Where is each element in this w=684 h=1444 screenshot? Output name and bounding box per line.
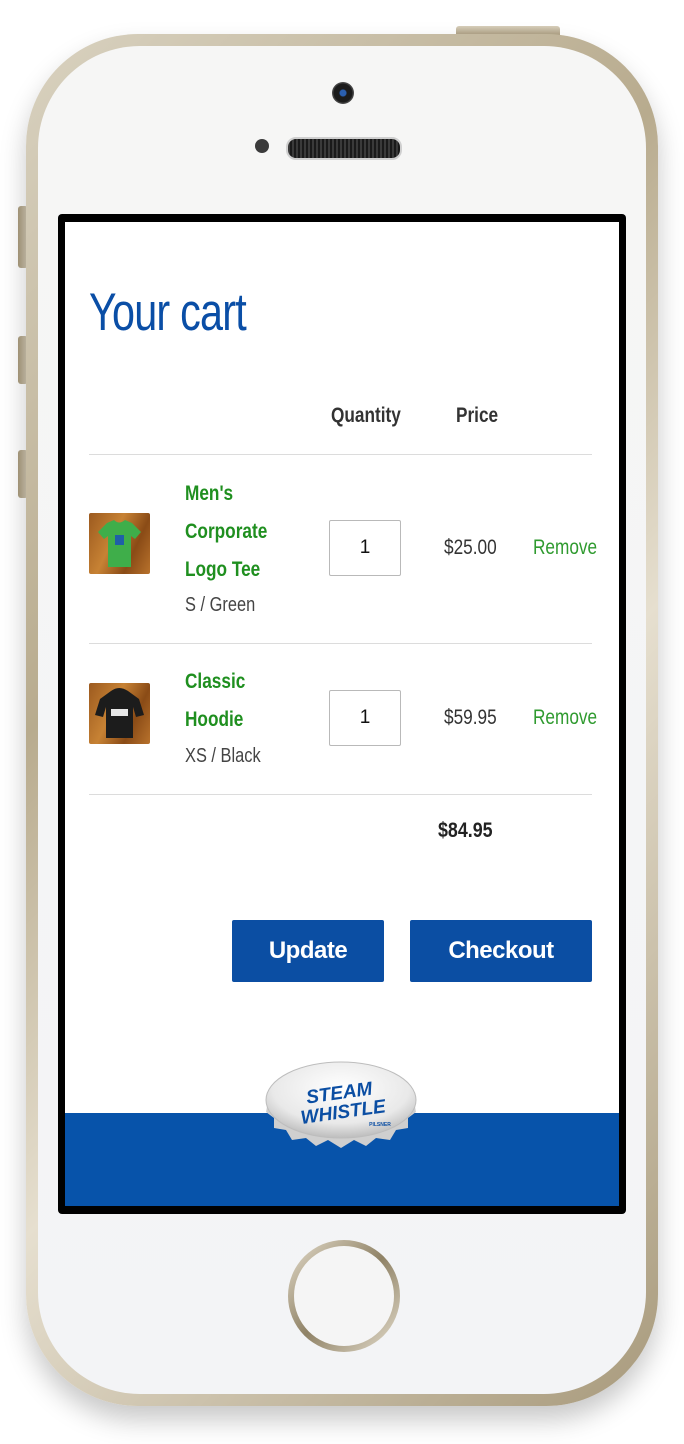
item-price: $25.00: [444, 536, 497, 559]
front-camera-icon: [332, 82, 354, 104]
green-tee-thumbnail[interactable]: [89, 513, 150, 574]
steam-whistle-logo: STEAM WHISTLE PILSNER: [262, 1058, 420, 1150]
product-variant: XS / Black: [185, 745, 261, 767]
product-variant: S / Green: [185, 594, 256, 616]
bottle-cap-icon: STEAM WHISTLE PILSNER: [265, 1061, 417, 1148]
checkout-button[interactable]: Checkout: [410, 920, 592, 982]
remove-link[interactable]: Remove: [533, 536, 597, 560]
quantity-input[interactable]: [329, 520, 401, 576]
product-name-line[interactable]: Hoodie: [185, 701, 245, 739]
logo-text-small: PILSNER: [369, 1122, 391, 1128]
product-name-line[interactable]: Corporate: [185, 513, 267, 551]
quantity-input[interactable]: [329, 690, 401, 746]
header-divider: [89, 454, 592, 455]
update-button[interactable]: Update: [232, 920, 384, 982]
page-title: Your cart: [89, 283, 247, 342]
total-divider: [89, 794, 592, 795]
black-hoodie-thumbnail[interactable]: [89, 683, 150, 744]
product-name[interactable]: Men's Corporate Logo Tee: [185, 475, 285, 589]
item-price: $59.95: [444, 706, 497, 729]
proximity-sensor: [255, 139, 269, 153]
product-name-line[interactable]: Logo Tee: [185, 551, 267, 589]
product-name-line[interactable]: Classic: [185, 663, 245, 701]
home-button-face[interactable]: [294, 1246, 394, 1346]
product-name-line[interactable]: Men's: [185, 475, 267, 513]
cart-screen: Your cart Quantity Price Men's Corporate…: [65, 222, 619, 1206]
cart-total: $84.95: [438, 819, 493, 842]
tshirt-icon: [98, 520, 141, 567]
quantity-column-header: Quantity: [331, 404, 401, 427]
price-column-header: Price: [456, 404, 499, 427]
remove-link[interactable]: Remove: [533, 706, 597, 730]
product-name[interactable]: Classic Hoodie: [185, 663, 259, 739]
earpiece-speaker: [286, 137, 402, 160]
item-divider: [89, 643, 592, 644]
hoodie-icon: [95, 688, 144, 738]
